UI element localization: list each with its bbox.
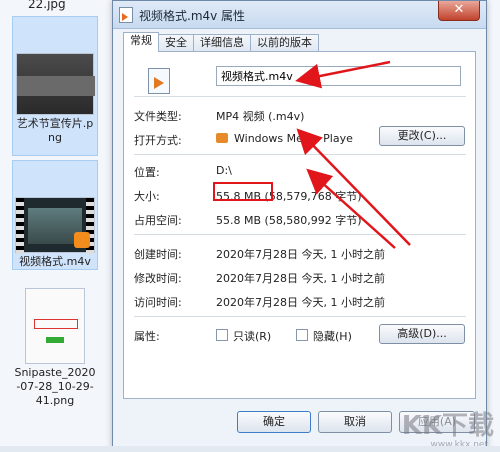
open-with-value: Windows Media Playe [216, 132, 366, 145]
created-value: 2020年7月28日 今天, 1 小时之前 [216, 248, 385, 261]
disk-size-label: 占用空间: [134, 214, 182, 227]
file-item-video[interactable]: 视频格式.m4v [12, 160, 98, 270]
open-with-label: 打开方式: [134, 134, 182, 147]
file-label-22-jpg[interactable]: 22.jpg [28, 0, 66, 11]
tab-previous-versions[interactable]: 以前的版本 [250, 34, 319, 52]
readonly-checkbox[interactable] [216, 329, 228, 341]
tab-bar: 常规 安全 详细信息 以前的版本 [123, 32, 319, 52]
tab-security[interactable]: 安全 [158, 34, 194, 52]
advanced-button[interactable]: 高级(D)... [379, 324, 465, 344]
play-icon [74, 232, 90, 248]
ok-button[interactable]: 确定 [237, 411, 311, 433]
title-bar[interactable]: 视频格式.m4v 属性 ✕ [113, 1, 486, 29]
media-player-icon [216, 133, 228, 143]
properties-dialog: 视频格式.m4v 属性 ✕ 常规 安全 详细信息 以前的版本 文件类型: MP4… [112, 0, 487, 452]
file-name: Snipaste_2020-07-28_10-29-41.png [14, 366, 96, 407]
type-value: MP4 视频 (.m4v) [216, 110, 305, 123]
general-panel: 文件类型: MP4 视频 (.m4v) 打开方式: Windows Media … [123, 51, 476, 399]
file-item-art-festival[interactable]: 艺术节宣传片.png [12, 16, 98, 156]
dialog-title: 视频格式.m4v 属性 [139, 9, 246, 23]
video-thumbnail [15, 197, 95, 254]
modified-value: 2020年7月28日 今天, 1 小时之前 [216, 272, 385, 285]
readonly-label[interactable]: 只读(R) [233, 328, 271, 344]
image-thumbnail [16, 53, 95, 115]
modified-label: 修改时间: [134, 272, 182, 285]
file-name: 艺术节宣传片.png [16, 117, 94, 144]
size-bytes: (58,579,768 字节) [264, 190, 362, 203]
attributes-label: 属性: [134, 330, 160, 343]
divider [134, 154, 466, 155]
created-label: 创建时间: [134, 248, 182, 261]
hidden-checkbox[interactable] [296, 329, 308, 341]
accessed-value: 2020年7月28日 今天, 1 小时之前 [216, 296, 385, 309]
file-name-input[interactable] [216, 66, 461, 86]
tab-general[interactable]: 常规 [123, 32, 159, 52]
video-file-icon [148, 68, 170, 94]
video-file-icon [119, 7, 133, 23]
file-item-snipaste[interactable]: Snipaste_2020-07-28_10-29-41.png [12, 286, 98, 446]
tab-details[interactable]: 详细信息 [193, 34, 251, 52]
divider [134, 316, 466, 317]
location-value: D:\ [216, 164, 232, 177]
accessed-label: 访问时间: [134, 296, 182, 309]
status-bar [0, 446, 500, 452]
watermark-logo: KK下载 [401, 411, 494, 441]
divider [134, 96, 466, 97]
size-label: 大小: [134, 190, 160, 203]
image-thumbnail [25, 288, 85, 364]
disk-size-value: 55.8 MB (58,580,992 字节) [216, 214, 362, 227]
cancel-button[interactable]: 取消 [318, 411, 392, 433]
divider [134, 234, 466, 235]
file-name: 视频格式.m4v [19, 255, 91, 268]
type-label: 文件类型: [134, 110, 182, 123]
location-label: 位置: [134, 166, 160, 179]
size-highlight-box [213, 182, 273, 201]
close-button[interactable]: ✕ [438, 1, 480, 21]
change-button[interactable]: 更改(C)... [379, 126, 465, 146]
hidden-label[interactable]: 隐藏(H) [313, 328, 352, 344]
